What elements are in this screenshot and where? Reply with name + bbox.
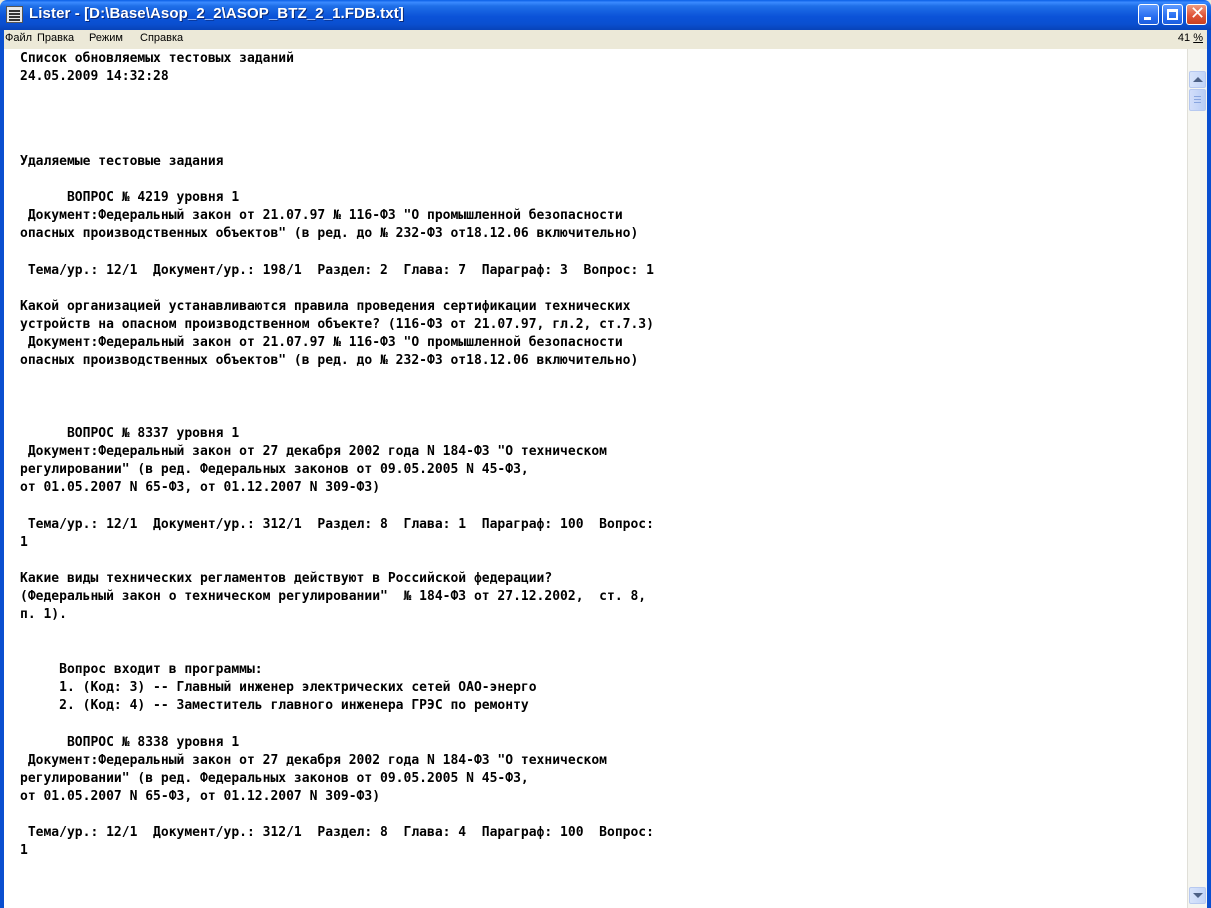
text-line: Документ:Федеральный закон от 27 декабря…	[20, 753, 607, 768]
text-line: Какие виды технических регламентов дейст…	[20, 571, 553, 586]
scroll-thumb[interactable]	[1189, 89, 1206, 111]
maximize-icon	[1167, 9, 1178, 20]
text-line: Документ:Федеральный закон от 21.07.97 №…	[20, 335, 623, 350]
menu-help[interactable]: Справка	[140, 32, 183, 44]
text-line: Тема/ур.: 12/1 Документ/ур.: 312/1 Разде…	[20, 517, 654, 532]
text-line: 24.05.2009 14:32:28	[20, 69, 169, 84]
text-line: ВОПРОС № 8337 уровня 1	[20, 426, 240, 441]
text-line: Список обновляемых тестовых заданий	[20, 51, 294, 66]
text-line: от 01.05.2007 N 65-ФЗ, от 01.12.2007 N 3…	[20, 480, 381, 495]
lister-app-icon[interactable]	[6, 6, 23, 23]
text-line: ВОПРОС № 4219 уровня 1	[20, 190, 240, 205]
text-line: регулировании" (в ред. Федеральных закон…	[20, 462, 529, 477]
window-frame-right	[1207, 49, 1211, 908]
text-line: 2. (Код: 4) -- Заместитель главного инже…	[20, 698, 529, 713]
menu-mode[interactable]: Режим	[89, 32, 123, 44]
window-title: Lister - [D:\Base\Asop_2_2\ASOP_BTZ_2_1.…	[29, 5, 404, 22]
minimize-button[interactable]	[1138, 4, 1159, 25]
text-viewer[interactable]: Список обновляемых тестовых заданий 24.0…	[4, 49, 1187, 908]
maximize-button[interactable]	[1162, 4, 1183, 25]
text-line: регулировании" (в ред. Федеральных закон…	[20, 771, 529, 786]
minimize-icon	[1144, 17, 1151, 20]
menu-file[interactable]: Файл	[5, 32, 32, 44]
scroll-up-button[interactable]	[1189, 71, 1206, 88]
text-line: Какой организацией устанавливаются прави…	[20, 299, 631, 314]
text-line: 1. (Код: 3) -- Главный инженер электриче…	[20, 680, 537, 695]
text-line: Тема/ур.: 12/1 Документ/ур.: 312/1 Разде…	[20, 825, 654, 840]
text-line: Документ:Федеральный закон от 27 декабря…	[20, 444, 607, 459]
text-line: Удаляемые тестовые задания	[20, 154, 224, 169]
text-line: ВОПРОС № 8338 уровня 1	[20, 735, 240, 750]
scroll-down-button[interactable]	[1189, 887, 1206, 904]
text-line: Вопрос входит в программы:	[20, 662, 263, 677]
zoom-indicator[interactable]: 41 %	[1178, 32, 1203, 44]
text-line: п. 1).	[20, 607, 67, 622]
text-line: 1	[20, 843, 28, 858]
text-line: 1	[20, 535, 28, 550]
menu-edit[interactable]: Правка	[37, 32, 74, 44]
text-line: устройств на опасном производственном об…	[20, 317, 654, 332]
text-line: (Федеральный закон о техническом регулир…	[20, 589, 647, 604]
text-line: опасных производственных объектов" (в ре…	[20, 226, 639, 241]
close-icon: ✕	[1189, 3, 1206, 24]
text-line: от 01.05.2007 N 65-ФЗ, от 01.12.2007 N 3…	[20, 789, 381, 804]
zoom-unit: %	[1193, 32, 1203, 44]
text-line: Тема/ур.: 12/1 Документ/ур.: 198/1 Разде…	[20, 263, 654, 278]
title-bar[interactable]: Lister - [D:\Base\Asop_2_2\ASOP_BTZ_2_1.…	[0, 0, 1211, 30]
text-line: Документ:Федеральный закон от 21.07.97 №…	[20, 208, 623, 223]
menu-bar: Файл Правка Режим Справка 41 %	[0, 30, 1211, 49]
scroll-down-arrow-icon	[1193, 893, 1203, 898]
vertical-scrollbar[interactable]	[1187, 49, 1207, 908]
lister-window: Lister - [D:\Base\Asop_2_2\ASOP_BTZ_2_1.…	[0, 0, 1211, 908]
scroll-up-arrow-icon	[1193, 77, 1203, 82]
zoom-value: 41	[1177, 32, 1191, 44]
text-line: опасных производственных объектов" (в ре…	[20, 353, 639, 368]
close-button[interactable]: ✕	[1186, 4, 1207, 25]
